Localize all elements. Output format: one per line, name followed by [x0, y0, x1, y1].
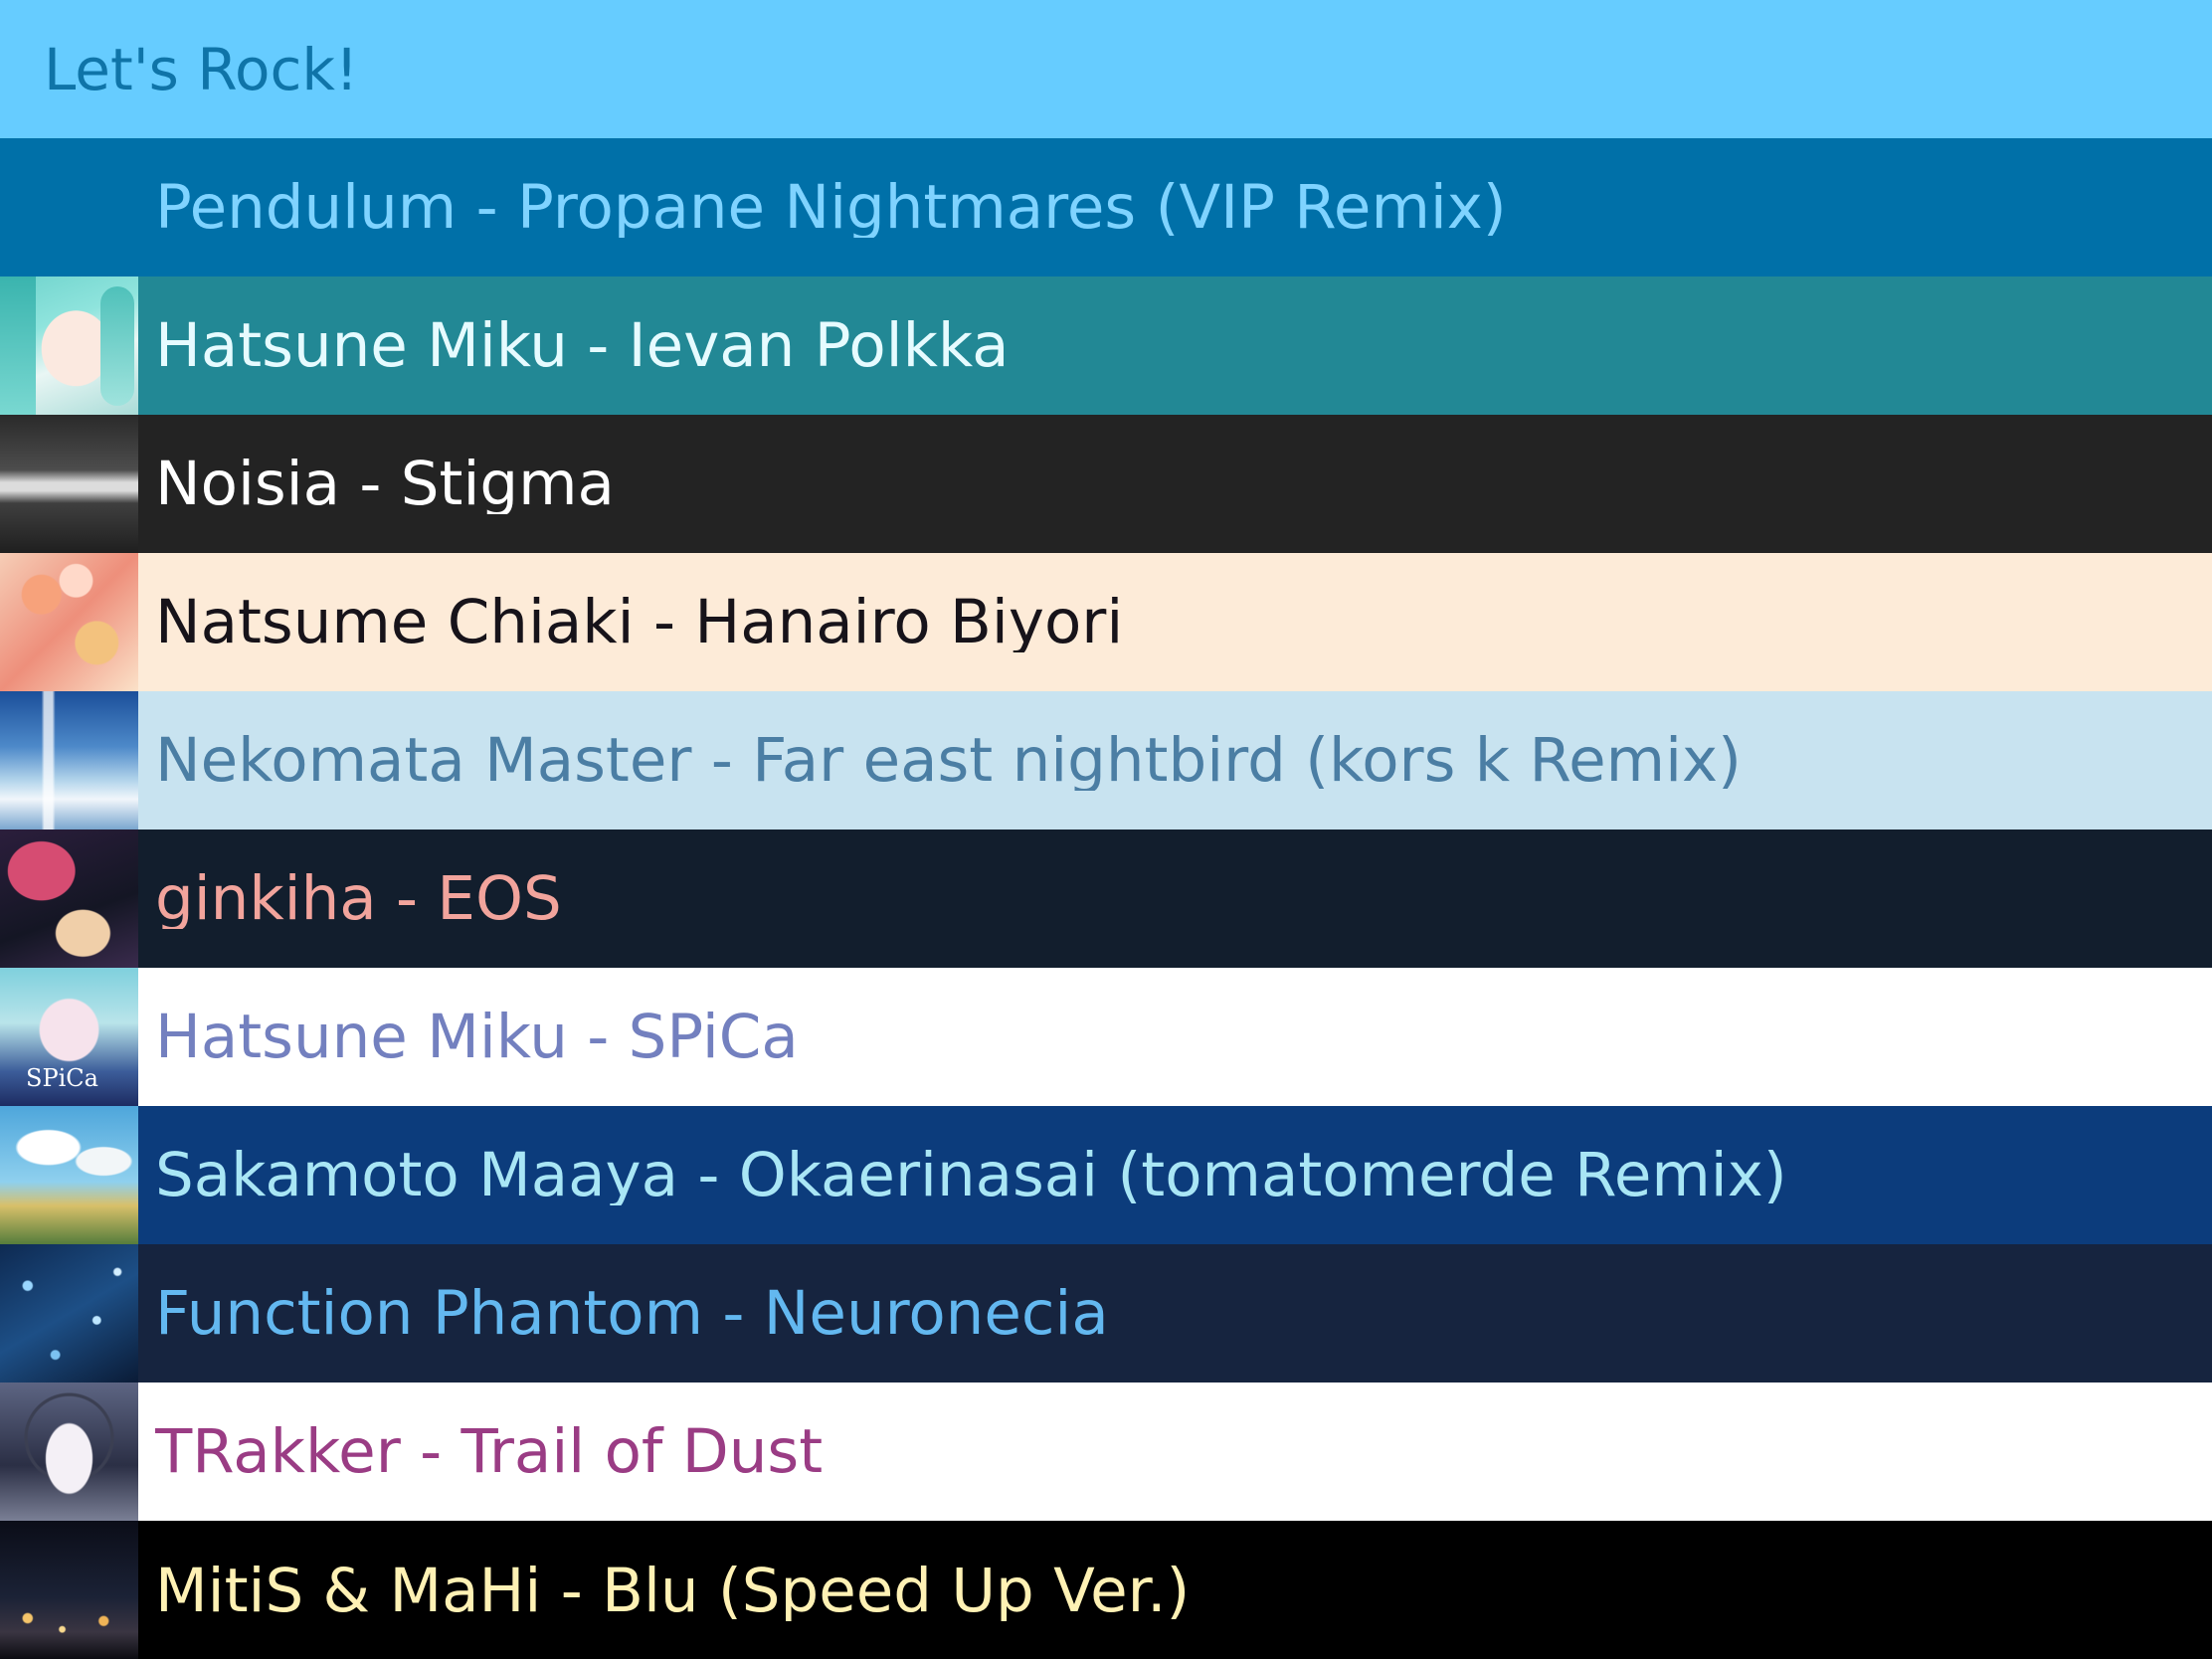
- app-window: Let's Rock! Pendulum - Propane Nightmare…: [0, 0, 2212, 1659]
- album-art-image: [0, 830, 138, 968]
- track-row-hatsune-miku-ievan-polkka[interactable]: Hatsune Miku - Ievan Polkka: [0, 276, 2212, 415]
- album-art-image: [0, 691, 138, 830]
- album-art-image: [0, 553, 138, 691]
- album-art-image: [0, 1521, 138, 1659]
- track-list[interactable]: Pendulum - Propane Nightmares (VIP Remix…: [0, 138, 2212, 1659]
- album-art-image: [0, 276, 138, 415]
- track-title: Pendulum - Propane Nightmares (VIP Remix…: [155, 177, 1507, 238]
- track-title: Nekomata Master - Far east nightbird (ko…: [155, 730, 1742, 791]
- track-row-ginkiha-eos[interactable]: ginkiha - EOS: [0, 830, 2212, 968]
- track-row-mitis-mahi[interactable]: MitiS & MaHi - Blu (Speed Up Ver.): [0, 1521, 2212, 1659]
- track-title: Noisia - Stigma: [155, 454, 615, 514]
- album-art-image: [0, 1244, 138, 1382]
- track-row-pendulum[interactable]: Pendulum - Propane Nightmares (VIP Remix…: [0, 138, 2212, 276]
- track-title: Function Phantom - Neuronecia: [155, 1283, 1109, 1344]
- page-title: Let's Rock!: [44, 35, 359, 103]
- track-row-noisia-stigma[interactable]: Noisia - Stigma: [0, 415, 2212, 553]
- track-title: TRakker - Trail of Dust: [155, 1421, 824, 1482]
- album-art-image: [0, 968, 138, 1106]
- track-row-nekomata-master[interactable]: Nekomata Master - Far east nightbird (ko…: [0, 691, 2212, 830]
- header-bar: Let's Rock!: [0, 0, 2212, 138]
- album-art-image: [0, 1382, 138, 1521]
- track-title: MitiS & MaHi - Blu (Speed Up Ver.): [155, 1560, 1191, 1621]
- track-title: ginkiha - EOS: [155, 868, 562, 929]
- track-title: Hatsune Miku - SPiCa: [155, 1007, 799, 1067]
- track-row-trakker[interactable]: TRakker - Trail of Dust: [0, 1382, 2212, 1521]
- track-row-sakamoto-maaya[interactable]: Sakamoto Maaya - Okaerinasai (tomatomerd…: [0, 1106, 2212, 1244]
- track-row-natsume-chiaki[interactable]: Natsume Chiaki - Hanairo Biyori: [0, 553, 2212, 691]
- track-row-function-phantom[interactable]: Function Phantom - Neuronecia: [0, 1244, 2212, 1382]
- album-art-image: [0, 415, 138, 553]
- track-title: Hatsune Miku - Ievan Polkka: [155, 315, 1010, 376]
- track-row-hatsune-miku-spica[interactable]: Hatsune Miku - SPiCa: [0, 968, 2212, 1106]
- track-title: Natsume Chiaki - Hanairo Biyori: [155, 592, 1124, 652]
- album-art-image: [0, 1106, 138, 1244]
- track-title: Sakamoto Maaya - Okaerinasai (tomatomerd…: [155, 1145, 1787, 1205]
- album-art-placeholder: [0, 138, 138, 276]
